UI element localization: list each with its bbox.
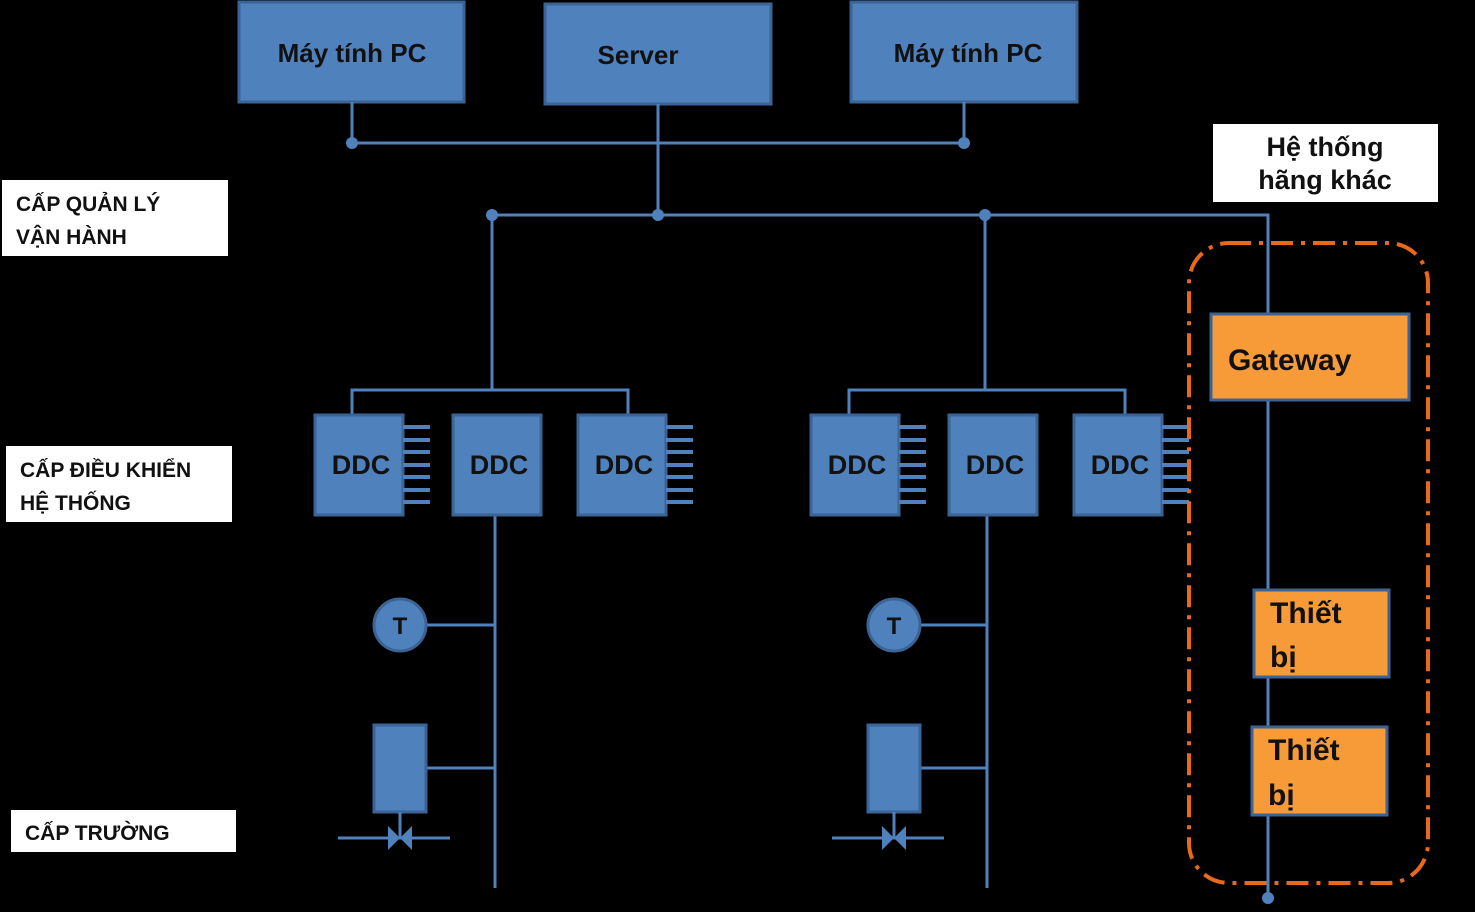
svg-text:Hệ thống: Hệ thống: [1267, 132, 1384, 162]
ddc-label: DDC: [966, 450, 1025, 480]
ddc-controller: DDC: [313, 413, 430, 517]
ddc-label: DDC: [1091, 450, 1150, 480]
svg-text:CẤP ĐIỀU KHIỂN: CẤP ĐIỀU KHIỂN: [20, 459, 191, 482]
device-1-line1: Thiết: [1270, 597, 1342, 630]
ddc-controller: DDC: [576, 413, 693, 517]
management-level-label: CẤP QUẢN LÝ VẬN HÀNH: [2, 180, 228, 256]
pc-right-node: Máy tính PC: [849, 0, 1079, 104]
valve-actuator: [832, 723, 987, 850]
pc-left-node: Máy tính PC: [237, 0, 466, 104]
io-pins: [403, 425, 430, 504]
ddc-label: DDC: [828, 450, 887, 480]
other-system-label: Hệ thống hãng khác: [1213, 124, 1438, 202]
device-node-2: Thiết bị: [1250, 725, 1389, 817]
device-2-line2: bị: [1268, 779, 1295, 812]
sensor-label: T: [393, 613, 408, 640]
ddc-label: DDC: [470, 450, 529, 480]
valve-actuator: [338, 723, 495, 850]
pc-right-label: Máy tính PC: [894, 38, 1043, 68]
io-pins: [1162, 425, 1189, 504]
io-pins: [666, 425, 693, 504]
gateway-node: Gateway: [1209, 312, 1411, 402]
field-level-label: CẤP TRƯỜNG: [11, 810, 236, 852]
ddc-label: DDC: [595, 450, 654, 480]
device-2-line1: Thiết: [1268, 734, 1340, 767]
ddc-controller: DDC: [451, 413, 543, 517]
svg-text:hãng khác: hãng khác: [1258, 165, 1392, 195]
svg-text:VẬN HÀNH: VẬN HÀNH: [16, 225, 127, 249]
ddc-controller: DDC: [1072, 413, 1189, 517]
ddc-label: DDC: [332, 450, 391, 480]
svg-text:HỆ THỐNG: HỆ THỐNG: [20, 491, 131, 515]
ddc-controller: DDC: [809, 413, 926, 517]
io-pins: [899, 425, 926, 504]
sensor-label: T: [887, 613, 902, 640]
ddc-controller: DDC: [947, 413, 1039, 517]
temperature-sensor: T: [372, 597, 495, 653]
device-node-1: Thiết bị: [1252, 588, 1391, 679]
bms-architecture-diagram: Máy tính PC Server Máy tính PC DDC DDC DDC…: [2, 0, 1438, 904]
server-label: Server: [598, 40, 679, 70]
field-devices: TT: [338, 597, 987, 850]
server-node: Server: [543, 2, 773, 106]
control-level-label: CẤP ĐIỀU KHIỂN HỆ THỐNG: [6, 446, 232, 522]
ddc-group: DDC DDC DDC DDC DDC DDC: [313, 413, 1189, 517]
gateway-label: Gateway: [1228, 344, 1352, 377]
device-1-line2: bị: [1270, 641, 1297, 674]
pc-left-label: Máy tính PC: [278, 38, 427, 68]
svg-text:CẤP TRƯỜNG: CẤP TRƯỜNG: [25, 821, 170, 845]
svg-text:CẤP QUẢN LÝ: CẤP QUẢN LÝ: [16, 192, 160, 216]
temperature-sensor: T: [866, 597, 987, 653]
